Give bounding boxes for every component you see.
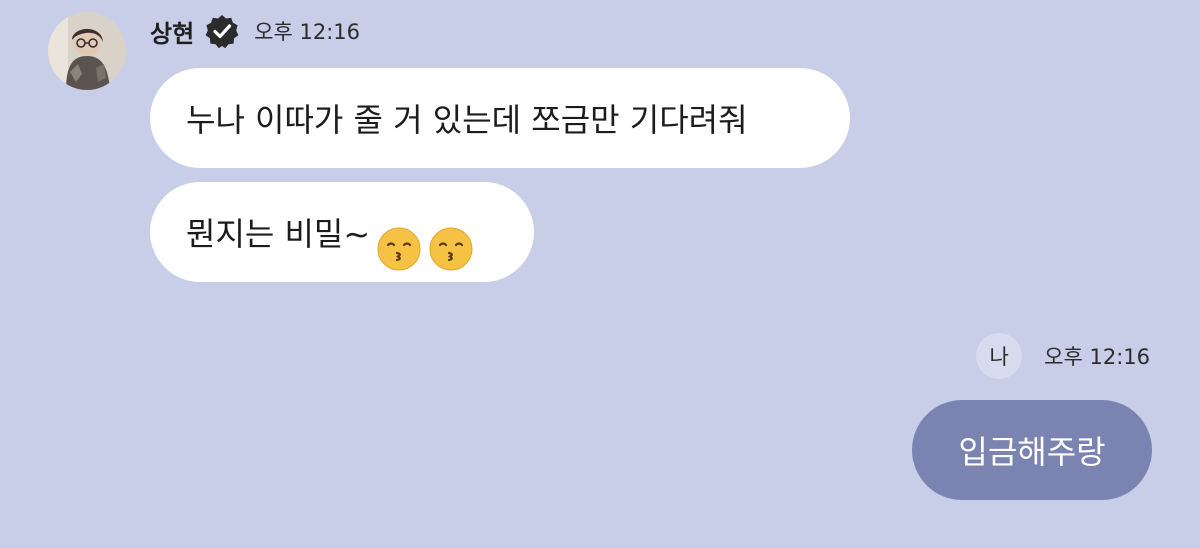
message-text: 입금해주랑: [958, 433, 1106, 471]
incoming-message-bubble[interactable]: 누나 이따가 줄 거 있는데 쪼금만 기다려줘: [150, 68, 850, 168]
verified-badge-icon: [204, 13, 240, 49]
sender-header: 상현 오후 12:16: [150, 10, 360, 52]
outgoing-message-bubble[interactable]: 입금해주랑: [912, 400, 1152, 500]
chat-view: 상현 오후 12:16 누나 이따가 줄 거 있는데 쪼금만 기다려줘 뭔지는 …: [0, 0, 1200, 548]
incoming-message-bubble[interactable]: 뭔지는 비밀~: [150, 182, 534, 282]
sender-name[interactable]: 상현: [150, 14, 194, 49]
sender-avatar[interactable]: [48, 12, 126, 90]
message-text: 누나 이따가 줄 거 있는데 쪼금만 기다려줘: [186, 101, 748, 139]
message-text: 뭔지는 비밀~: [186, 215, 371, 253]
incoming-timestamp: 오후 12:16: [254, 20, 361, 44]
outgoing-timestamp: 오후 12:16: [1044, 345, 1150, 369]
kissing-face-icon: [376, 211, 422, 271]
outgoing-header: 나 오후 12:16: [976, 333, 1150, 379]
me-badge: 나: [976, 333, 1023, 379]
kissing-face-icon: [428, 211, 474, 271]
